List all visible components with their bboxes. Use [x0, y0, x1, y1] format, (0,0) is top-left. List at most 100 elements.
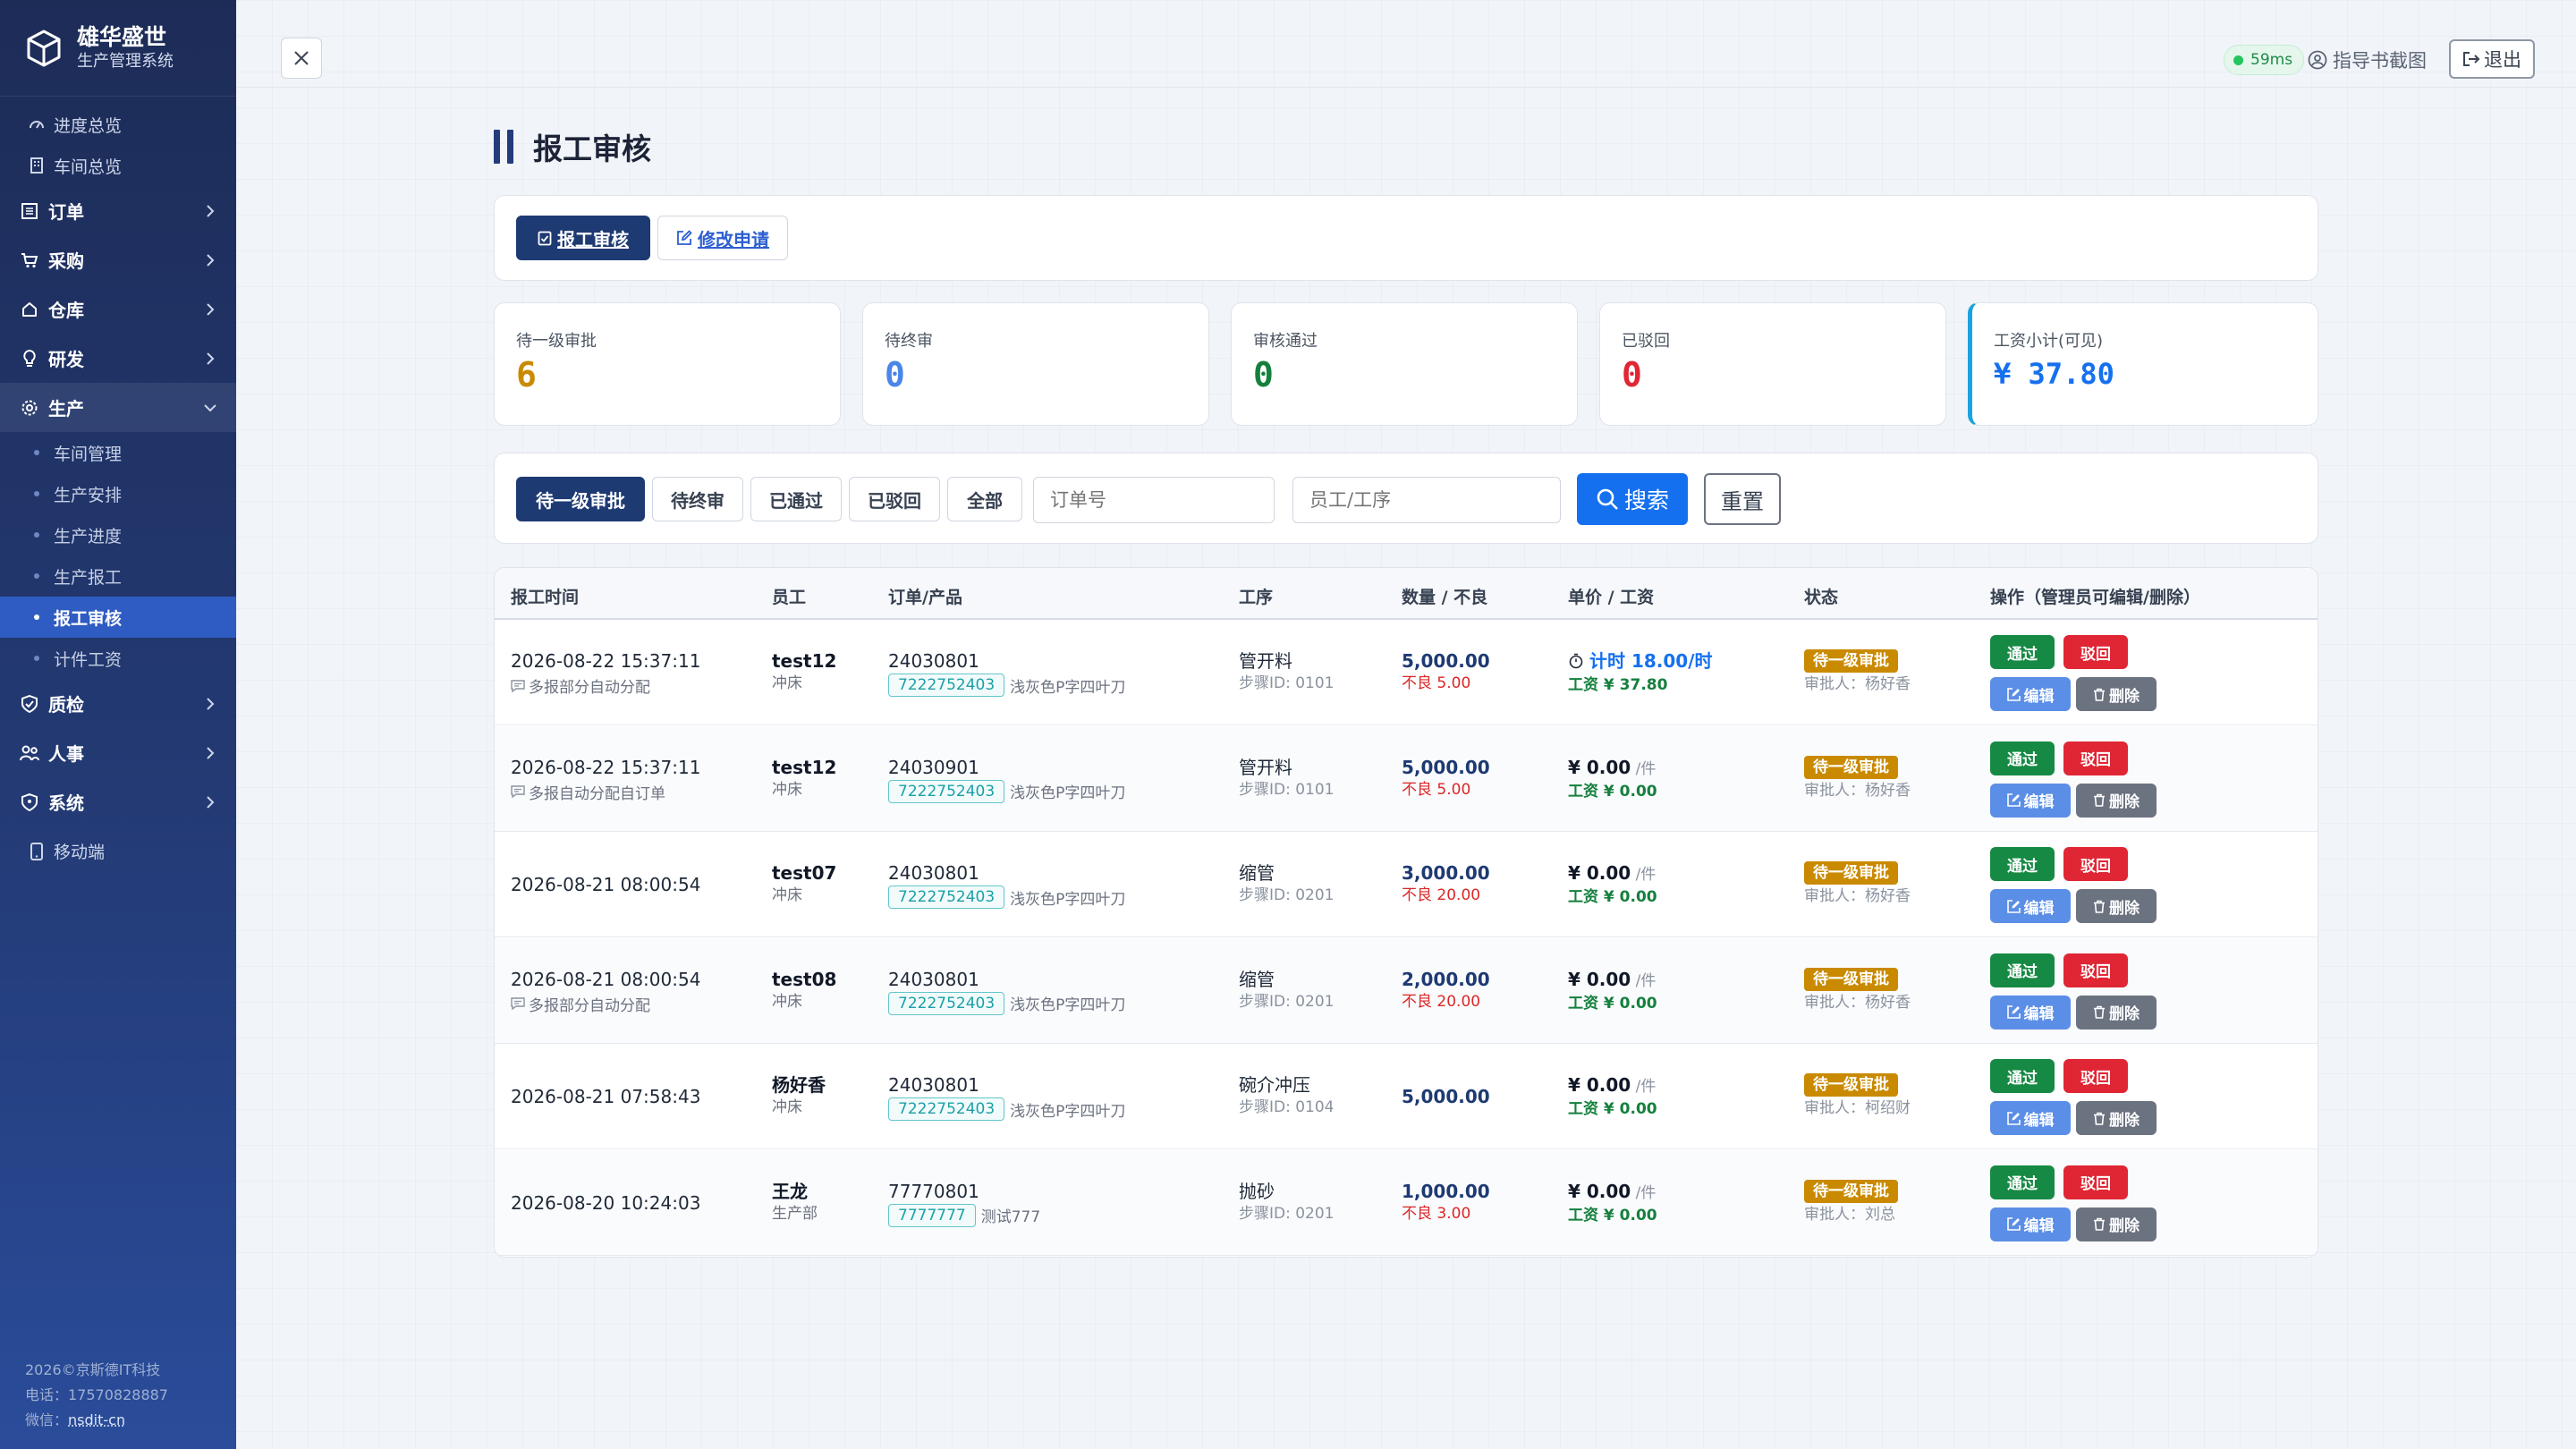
sidebar-item-orders[interactable]: 订单	[0, 186, 236, 235]
wage: 工资 ¥ 37.80	[1568, 676, 1668, 694]
edit-button[interactable]: 编辑	[1990, 1101, 2071, 1135]
step-id: 步骤ID: 0201	[1239, 886, 1335, 904]
delete-button[interactable]: 删除	[2076, 889, 2157, 923]
reject-button[interactable]: 驳回	[2063, 741, 2128, 775]
stat-card-wage-subtotal: 工资小计(可见) ¥ 37.80	[1968, 302, 2318, 426]
sidebar-item-workshop-management[interactable]: 车间管理	[0, 432, 236, 473]
report-time: 2026-08-20 10:24:03	[511, 1191, 701, 1214]
sidebar-item-system[interactable]: 系统	[0, 777, 236, 826]
delete-label: 删除	[2109, 793, 2140, 811]
cell-quantity: 3,000.00 不良 20.00	[1402, 861, 1490, 906]
reject-button[interactable]: 驳回	[2063, 953, 2128, 987]
reset-button[interactable]: 重置	[1704, 473, 1781, 525]
filter-rejected-button[interactable]: 已驳回	[849, 477, 940, 521]
approve-button[interactable]: 通过	[1990, 1059, 2055, 1093]
sidebar-item-purchase[interactable]: 采购	[0, 235, 236, 284]
stat-value: 0	[885, 355, 905, 394]
order-number: 24030801	[888, 1074, 979, 1096]
note-text: 多报自动分配自订单	[529, 784, 665, 803]
report-time: 2026-08-21 08:00:54	[511, 968, 701, 990]
filter-pending-final-button[interactable]: 待终审	[652, 477, 743, 521]
sidebar-item-label: 质检	[48, 694, 84, 716]
approve-button[interactable]: 通过	[1990, 953, 2055, 987]
approve-button[interactable]: 通过	[1990, 847, 2055, 881]
tab-modify-request[interactable]: 修改申请	[657, 216, 788, 260]
sidebar-item-hr[interactable]: 人事	[0, 728, 236, 777]
employee-dept: 冲床	[772, 992, 802, 1011]
cell-quantity: 5,000.00 不良 5.00	[1402, 649, 1490, 694]
cell-employee: 杨好香 冲床	[772, 1073, 826, 1118]
status-badge: 待一级审批	[1804, 861, 1898, 885]
quantity: 1,000.00	[1402, 1180, 1490, 1202]
wage: 工资 ¥ 0.00	[1568, 782, 1657, 801]
sidebar-item-progress-overview[interactable]: 进度总览	[0, 104, 236, 145]
approve-button[interactable]: 通过	[1990, 1165, 2055, 1199]
sidebar-item-production-progress[interactable]: 生产进度	[0, 514, 236, 555]
wage: 工资 ¥ 0.00	[1568, 888, 1657, 906]
sidebar-item-piecework-wage[interactable]: 计件工资	[0, 638, 236, 679]
sidebar-item-production-schedule[interactable]: 生产安排	[0, 473, 236, 514]
edit-button[interactable]: 编辑	[1990, 995, 2071, 1030]
delete-button[interactable]: 删除	[2076, 1101, 2157, 1135]
edit-button[interactable]: 编辑	[1990, 889, 2071, 923]
close-button[interactable]	[281, 38, 322, 79]
stat-card-rejected[interactable]: 已驳回 0	[1599, 302, 1946, 426]
reject-button[interactable]: 驳回	[2063, 1059, 2128, 1093]
trash-icon	[2093, 1112, 2106, 1125]
edit-button[interactable]: 编辑	[1990, 783, 2071, 818]
delete-button[interactable]: 删除	[2076, 1207, 2157, 1241]
status-badge: 待一级审批	[1804, 755, 1898, 779]
reject-button[interactable]: 驳回	[2063, 847, 2128, 881]
cell-status: 待一级审批 审批人：杨好香	[1804, 861, 1911, 908]
chevron-right-icon	[207, 253, 215, 267]
edit-label: 编辑	[2023, 899, 2055, 918]
sidebar-item-mobile[interactable]: 移动端	[0, 826, 236, 876]
wechat-link[interactable]: nsdit-cn	[68, 1411, 125, 1428]
filter-all-button[interactable]: 全部	[947, 477, 1022, 521]
sidebar-item-report-review[interactable]: 报工审核	[0, 597, 236, 638]
filter-pending-first-button[interactable]: 待一级审批	[516, 477, 645, 521]
sidebar-item-workshop-overview[interactable]: 车间总览	[0, 145, 236, 186]
logout-button[interactable]: 退出	[2449, 39, 2535, 79]
delete-button[interactable]: 删除	[2076, 995, 2157, 1030]
process-name: 管开料	[1239, 650, 1292, 672]
sidebar-item-rnd[interactable]: 研发	[0, 334, 236, 383]
quantity: 2,000.00	[1402, 968, 1490, 990]
edit-icon	[676, 230, 692, 246]
sidebar-item-production[interactable]: 生产	[0, 383, 236, 432]
delete-button[interactable]: 删除	[2076, 677, 2157, 711]
delete-button[interactable]: 删除	[2076, 783, 2157, 818]
sidebar-item-production-report[interactable]: 生产报工	[0, 555, 236, 597]
search-button[interactable]: 搜索	[1577, 473, 1688, 525]
reject-button[interactable]: 驳回	[2063, 1165, 2128, 1199]
filter-approved-button[interactable]: 已通过	[750, 477, 842, 521]
staff-process-input[interactable]	[1292, 477, 1561, 523]
sidebar-item-warehouse[interactable]: 仓库	[0, 284, 236, 334]
order-number-input[interactable]	[1033, 477, 1275, 523]
approve-button[interactable]: 通过	[1990, 635, 2055, 669]
sidebar-item-quality[interactable]: 质检	[0, 679, 236, 728]
price-unit: /件	[1631, 866, 1657, 884]
edit-label: 编辑	[2023, 1217, 2055, 1235]
price-unit: /件	[1631, 971, 1657, 990]
stat-value: 0	[1622, 355, 1642, 394]
approver: 审批人：柯绍财	[1804, 1099, 1911, 1117]
sidebar-item-label: 生产报工	[54, 567, 123, 588]
stat-card-pending-first[interactable]: 待一级审批 6	[494, 302, 841, 426]
approve-button[interactable]: 通过	[1990, 741, 2055, 775]
bullet-icon	[34, 491, 39, 496]
cell-employee: test08 冲床	[772, 968, 836, 1013]
guide-screenshot-link[interactable]: 指导书截图	[2308, 45, 2427, 75]
search-icon	[1596, 487, 1619, 511]
stat-card-approved[interactable]: 审核通过 0	[1231, 302, 1578, 426]
tab-report-review[interactable]: 报工审核	[516, 216, 650, 260]
edit-button[interactable]: 编辑	[1990, 1207, 2071, 1241]
stat-card-pending-final[interactable]: 待终审 0	[862, 302, 1209, 426]
edit-button[interactable]: 编辑	[1990, 677, 2071, 711]
status-badge: 待一级审批	[1804, 1179, 1898, 1203]
reject-button[interactable]: 驳回	[2063, 635, 2128, 669]
copyright: 2026©京斯德IT科技	[25, 1361, 161, 1378]
trash-icon	[2093, 900, 2106, 913]
price-unit: /件	[1631, 1183, 1657, 1202]
status-badge: 待一级审批	[1804, 1073, 1898, 1097]
